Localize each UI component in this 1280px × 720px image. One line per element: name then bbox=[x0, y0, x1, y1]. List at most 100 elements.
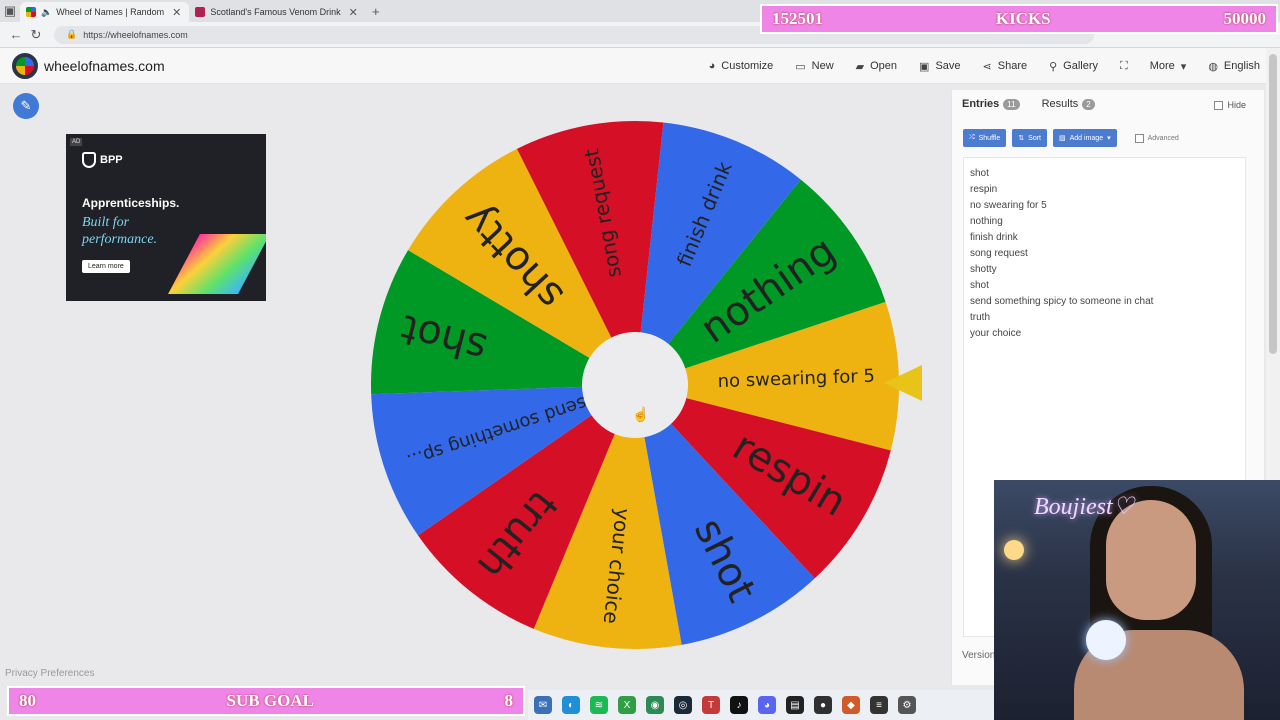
privacy-preferences-link[interactable]: Privacy Preferences bbox=[5, 668, 94, 679]
entry-line: truth bbox=[970, 312, 991, 323]
sub-target: 8 bbox=[504, 691, 513, 710]
advanced-label: Advanced bbox=[1147, 134, 1179, 142]
webcam-overlay: Boujiest♡ bbox=[994, 480, 1280, 720]
taskbar: ✉ ◐ ≋ X ◉ ◎ T ♪ ◕ ▤ ● ◆ ≡ ⚙ bbox=[528, 690, 994, 720]
customize-button[interactable]: ◕ Customize bbox=[709, 60, 774, 72]
app-orange-icon[interactable]: ◆ bbox=[842, 696, 860, 714]
tab-label: Results bbox=[1041, 98, 1079, 110]
scrollbar-thumb[interactable] bbox=[1269, 54, 1277, 354]
tiktok-icon[interactable]: ♪ bbox=[730, 696, 748, 714]
wheel-favicon-icon bbox=[26, 7, 36, 17]
browser-tab[interactable]: Scotland's Famous Venom Drink ✕ bbox=[189, 2, 366, 22]
menu-label: Gallery bbox=[1063, 60, 1099, 72]
lamp-light bbox=[1004, 540, 1024, 560]
shield-icon bbox=[82, 152, 96, 168]
edge-icon[interactable]: ◐ bbox=[562, 696, 580, 714]
logo[interactable]: wheelofnames.com bbox=[12, 52, 165, 79]
language-button[interactable]: ◍ English bbox=[1208, 60, 1260, 73]
new-button[interactable]: ▭ New bbox=[795, 60, 833, 73]
entries-count-badge: 11 bbox=[1003, 98, 1020, 110]
palette-icon: ◕ bbox=[708, 60, 716, 72]
add-image-button[interactable]: ▨ Add image ▾ bbox=[1053, 129, 1117, 147]
panel-tabs: Entries 11 Results 2 bbox=[962, 98, 1095, 110]
menu-label: Customize bbox=[721, 60, 774, 72]
share-icon: ⋖ bbox=[982, 60, 992, 73]
kicks-title: KICKS bbox=[995, 9, 1051, 28]
chevron-down-icon: ▾ bbox=[1107, 135, 1111, 142]
fullscreen-button[interactable]: ⛶ bbox=[1120, 60, 1128, 73]
ad-learn-more-button[interactable]: Learn more bbox=[82, 260, 130, 273]
hide-checkbox[interactable]: Hide bbox=[1214, 100, 1246, 110]
reload-icon[interactable]: ↻ bbox=[26, 27, 46, 43]
sort-icon: ⇅ bbox=[1018, 135, 1025, 142]
open-button[interactable]: ▰ Open bbox=[856, 60, 897, 73]
app-header: wheelofnames.com ◕ Customize ▭ New ▰ Open ▣… bbox=[0, 48, 1280, 84]
tab-label: Entries bbox=[962, 98, 1000, 110]
fullscreen-icon: ⛶ bbox=[1120, 59, 1128, 72]
edit-pencil-button[interactable]: ✎ bbox=[13, 93, 39, 119]
save-button[interactable]: ▣ Save bbox=[919, 60, 960, 73]
discord-icon[interactable]: ◕ bbox=[758, 696, 776, 714]
kicks-goal-bar: 152501 KICKS 50000 bbox=[760, 4, 1278, 34]
browser-tab-active[interactable]: 🔈 Wheel of Names | Random ✕ bbox=[20, 2, 190, 22]
ad-brand-name: BPP bbox=[100, 154, 123, 166]
tab-entries[interactable]: Entries 11 bbox=[962, 98, 1020, 110]
obs-icon[interactable]: ● bbox=[814, 696, 832, 714]
entry-line: respin bbox=[970, 184, 998, 195]
shuffle-icon: ⤮ bbox=[969, 134, 975, 141]
app-t-icon[interactable]: T bbox=[702, 696, 720, 714]
results-count-badge: 2 bbox=[1082, 98, 1095, 110]
tab-title: Wheel of Names | Random bbox=[56, 7, 165, 17]
site-favicon-icon bbox=[195, 7, 206, 17]
entries-toolbar: ⤮ Shuffle ⇅ Sort ▨ Add image ▾ Advanced bbox=[963, 129, 1179, 147]
outlook-icon[interactable]: ✉ bbox=[534, 696, 552, 714]
excel-icon[interactable]: X bbox=[618, 696, 636, 714]
entry-line: shotty bbox=[970, 264, 997, 275]
entry-line: shot bbox=[970, 280, 989, 291]
lock-icon: 🔒 bbox=[66, 29, 78, 39]
ad-brand: BPP bbox=[82, 152, 123, 168]
shuffle-button[interactable]: ⤮ Shuffle bbox=[963, 129, 1007, 147]
button-label: Shuffle bbox=[978, 134, 1001, 142]
menu-label: Share bbox=[997, 60, 1028, 72]
gallery-button[interactable]: ⚲ Gallery bbox=[1049, 60, 1098, 73]
tab-results[interactable]: Results 2 bbox=[1042, 98, 1095, 110]
wheel-svg[interactable]: no swearing for 5respinshotyour choicetr… bbox=[368, 118, 903, 653]
film-icon[interactable]: ▤ bbox=[786, 696, 804, 714]
menu-label: Open bbox=[870, 60, 898, 72]
close-tab-icon[interactable]: ✕ bbox=[172, 6, 181, 19]
entry-line: your choice bbox=[970, 328, 1022, 339]
version-label: Version bbox=[962, 650, 996, 661]
advertisement[interactable]: AD BPP Apprenticeships. Built for perfor… bbox=[66, 134, 266, 301]
button-label: Add image bbox=[1069, 134, 1104, 142]
folder-icon: ▰ bbox=[855, 60, 865, 73]
wheel[interactable]: no swearing for 5 respin shot your choice tr… bbox=[368, 118, 903, 653]
entry-line: send something spicy to someone in chat bbox=[970, 296, 1154, 307]
new-tab-icon[interactable]: + bbox=[366, 4, 386, 19]
app-dark-icon[interactable]: ≡ bbox=[870, 696, 888, 714]
sort-button[interactable]: ⇅ Sort bbox=[1012, 129, 1047, 147]
entry-line: shot bbox=[970, 168, 989, 179]
kicks-current: 152501 bbox=[772, 9, 823, 28]
tab-title: Scotland's Famous Venom Drink bbox=[210, 7, 341, 17]
back-icon[interactable]: ← bbox=[6, 27, 26, 42]
entry-line: no swearing for 5 bbox=[970, 200, 1047, 211]
url-text: https://wheelofnames.com bbox=[83, 29, 188, 40]
steam-icon[interactable]: ◎ bbox=[674, 696, 692, 714]
chevron-down-icon: ▾ bbox=[1180, 60, 1187, 73]
whatsapp-icon[interactable]: ◉ bbox=[646, 696, 664, 714]
share-button[interactable]: ⋖ Share bbox=[983, 60, 1028, 73]
speaker-icon: 🔈 bbox=[41, 6, 53, 17]
advanced-checkbox[interactable]: Advanced bbox=[1134, 133, 1179, 143]
close-tab-icon[interactable]: ✕ bbox=[349, 6, 358, 19]
menu-label: More bbox=[1149, 60, 1175, 72]
new-file-icon: ▭ bbox=[795, 60, 806, 73]
ad-tagline: Built for performance. bbox=[82, 215, 158, 247]
window-menu-icon[interactable]: ▣ bbox=[0, 3, 20, 19]
app-gear-icon[interactable]: ⚙ bbox=[898, 696, 916, 714]
checkbox-icon bbox=[1134, 133, 1144, 143]
more-button[interactable]: More ▾ bbox=[1150, 60, 1187, 73]
spotify-icon[interactable]: ≋ bbox=[590, 696, 608, 714]
save-icon: ▣ bbox=[919, 60, 930, 73]
globe-icon: ◍ bbox=[1208, 60, 1218, 73]
